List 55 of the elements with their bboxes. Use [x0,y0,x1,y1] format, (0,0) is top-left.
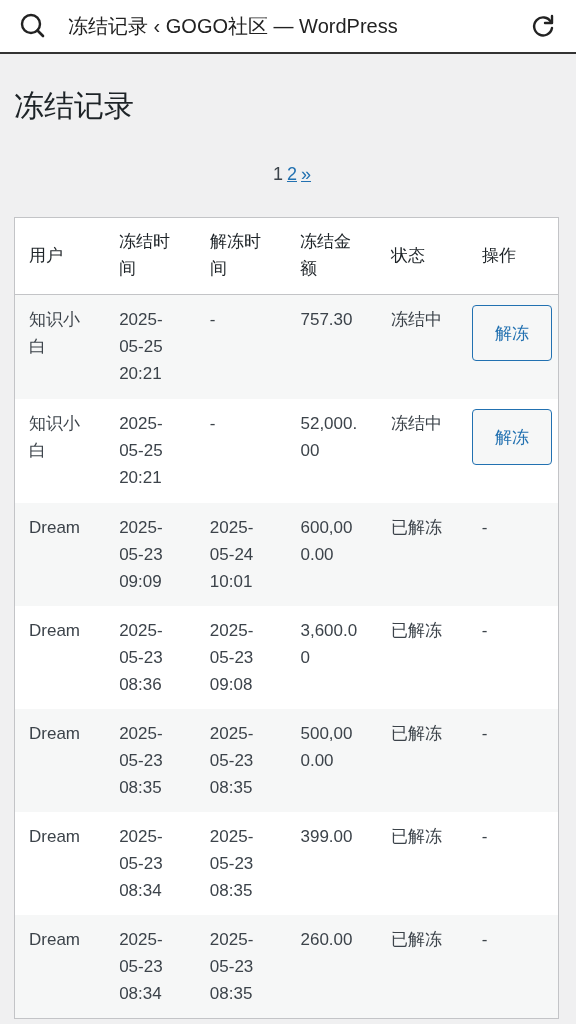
table-cell: - [467,709,559,812]
table-cell: 2025-05-23 08:36 [105,606,196,709]
table-cell: 知识小白 [14,294,106,399]
table-cell: 2025-05-25 20:21 [105,399,196,503]
table-cell: Dream [14,915,106,1019]
column-header: 用户 [14,217,106,295]
table-cell: 600,000.00 [286,503,378,606]
table-cell: 2025-05-23 08:34 [105,915,196,1019]
page-link[interactable]: » [301,164,311,185]
column-header: 操作 [467,217,559,295]
table-cell: 757.30 [286,294,378,399]
table-cell: 500,000.00 [286,709,378,812]
table-cell: 冻结中 [377,399,468,503]
table-cell: 399.00 [286,812,378,915]
table-cell: 2025-05-23 08:35 [195,915,287,1019]
page-link[interactable]: 2 [287,164,297,185]
table-cell: 260.00 [286,915,378,1019]
table-cell: 已解冻 [377,915,468,1019]
table-cell: 52,000.00 [286,399,378,503]
page-title-text[interactable]: 冻结记录 ‹ GOGO社区 — WordPress [68,12,508,40]
table-cell: - [467,606,559,709]
table-cell: 已解冻 [377,606,468,709]
column-header: 冻结时间 [105,217,196,295]
current-page-number: 1 [272,164,283,185]
table-cell: Dream [14,812,106,915]
column-header: 冻结金额 [286,217,378,295]
column-header: 状态 [377,217,468,295]
table-cell: - [467,812,559,915]
table-cell: - [467,503,559,606]
table-cell: 2025-05-23 09:08 [195,606,287,709]
table-cell: 已解冻 [377,812,468,915]
search-icon[interactable] [20,13,46,39]
table-cell: 已解冻 [377,503,468,606]
unfreeze-button[interactable]: 解冻 [471,305,552,361]
column-header: 解冻时间 [195,217,287,295]
table-cell: 知识小白 [14,399,106,503]
table-cell: 2025-05-23 08:35 [195,812,287,915]
table-cell: - [195,399,287,503]
table-cell: 2025-05-23 09:09 [105,503,196,606]
table-cell: Dream [14,503,106,606]
table-cell: - [195,294,287,399]
table-cell: 2025-05-24 10:01 [195,503,287,606]
reload-icon[interactable] [530,13,556,39]
unfreeze-button[interactable]: 解冻 [471,409,552,465]
table-cell: 3,600.00 [286,606,378,709]
table-cell: 2025-05-23 08:34 [105,812,196,915]
table-cell: 2025-05-23 08:35 [105,709,196,812]
table-cell: 已解冻 [377,709,468,812]
table-cell: 2025-05-23 08:35 [195,709,287,812]
table-cell: Dream [14,606,106,709]
table-cell: - [467,915,559,1019]
table-cell: Dream [14,709,106,812]
table-cell: 2025-05-25 20:21 [105,294,196,399]
table-cell: 冻结中 [377,294,468,399]
page-heading: 冻结记录 [14,88,135,124]
